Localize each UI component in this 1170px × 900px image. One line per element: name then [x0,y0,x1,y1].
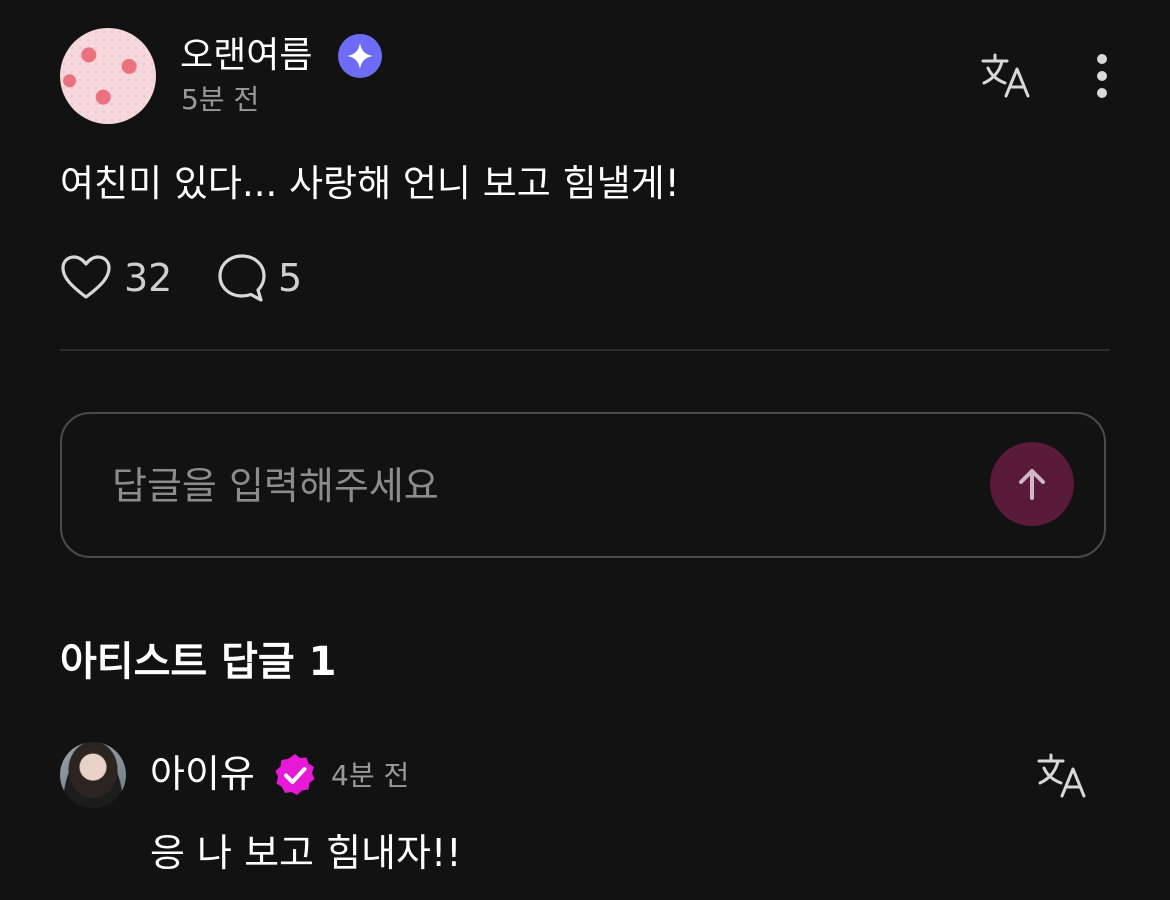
heart-icon[interactable] [60,254,112,302]
artist-replies-title: 아티스트 답글 1 [60,639,337,685]
artist-name[interactable]: 아이유 [150,750,255,798]
send-button[interactable] [990,442,1074,526]
comment-count: 5 [278,256,303,300]
artist-avatar[interactable] [60,742,126,808]
more-options-icon[interactable] [1090,52,1114,100]
verified-icon [272,752,318,798]
author-avatar[interactable] [60,28,156,124]
artist-reply-text: 응 나 보고 힘내자!! [150,831,462,875]
arrow-up-icon [1019,469,1045,500]
reply-box [60,412,1106,558]
post-time: 5분 전 [181,83,260,116]
sparkle-icon [338,34,382,78]
translate-icon[interactable] [980,52,1032,100]
reply-input[interactable] [112,458,932,514]
artist-reply-time: 4분 전 [331,759,410,792]
like-count: 32 [124,256,173,300]
divider [60,349,1110,351]
comment-icon[interactable] [216,252,268,304]
post-body: 여친미 있다... 사랑해 언니 보고 힘낼게! [60,162,680,205]
author-name[interactable]: 오랜여름 [180,34,312,78]
translate-icon[interactable] [1036,752,1088,800]
